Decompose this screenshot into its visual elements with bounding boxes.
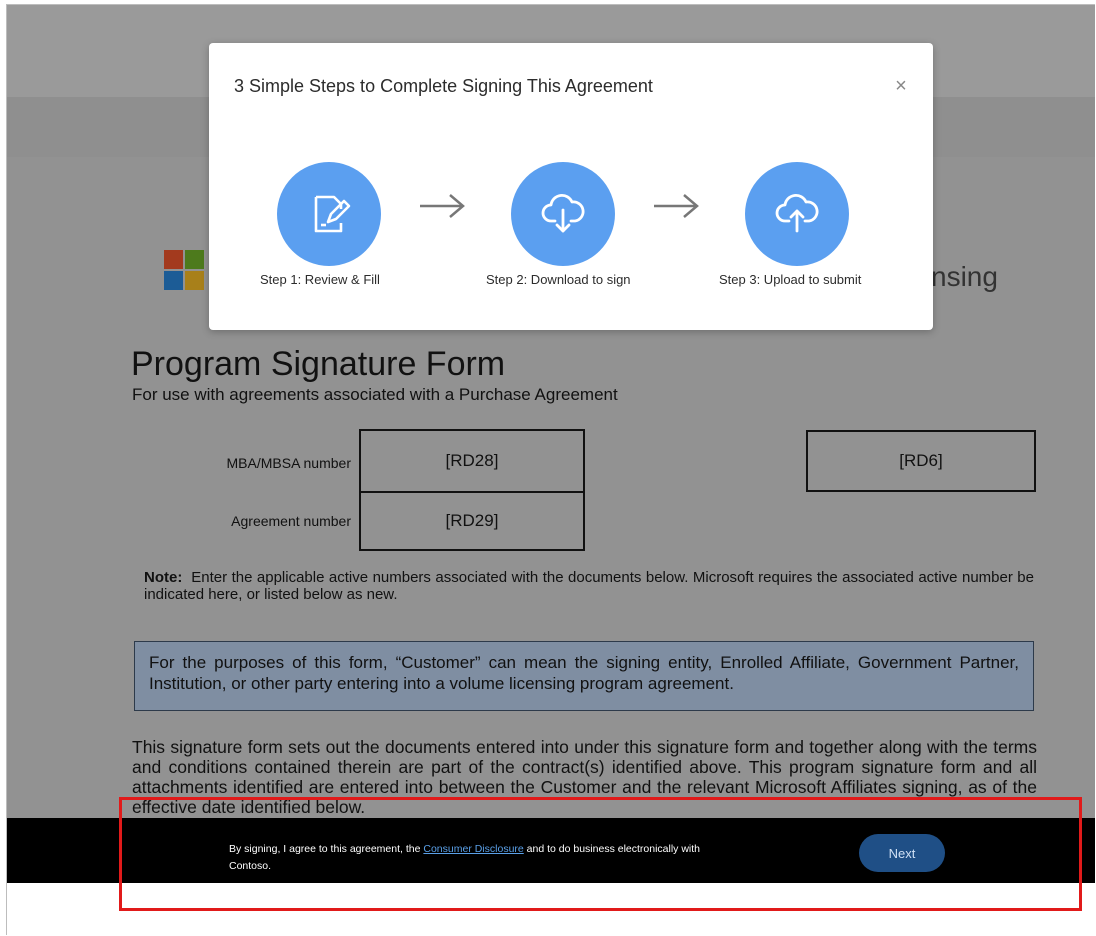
step-2-download [511,162,615,266]
step-3-upload [745,162,849,266]
signature-form-paragraph: This signature form sets out the documen… [132,737,1037,817]
mba-number-label: MBA/MBSA number [226,455,352,471]
consent-text-start: By signing, I agree to this agreement, t… [229,843,424,855]
consent-text: By signing, I agree to this agreement, t… [229,841,709,875]
customer-number-field[interactable]: [RD6] [806,430,1036,492]
signing-steps-dialog: 3 Simple Steps to Complete Signing This … [209,43,933,330]
step-2-label: Step 2: Download to sign [486,272,631,287]
edit-document-icon [314,195,351,233]
agreement-number-field[interactable]: [RD29] [359,491,585,551]
step-1-review-fill [277,162,381,266]
note-text: Note: Enter the applicable active number… [144,569,1034,603]
step-1-label: Step 1: Review & Fill [260,272,380,287]
mba-number-field[interactable]: [RD28] [359,429,585,493]
document-header-text: nsing [931,261,998,292]
note-label: Note: [144,569,183,586]
agreement-number-label: Agreement number [231,513,351,529]
form-title: Program Signature Form [131,345,506,383]
arrow-right-icon [654,194,699,218]
customer-definition-box: For the purposes of this form, “Customer… [134,641,1034,711]
arrow-right-icon [420,194,465,218]
form-subtitle: For use with agreements associated with … [132,385,618,404]
dialog-title: 3 Simple Steps to Complete Signing This … [234,76,653,96]
microsoft-logo [164,250,204,290]
note-body: Enter the applicable active numbers asso… [144,569,1034,603]
cloud-download-icon [541,193,585,233]
close-icon[interactable]: × [891,76,911,96]
step-3-label: Step 3: Upload to submit [719,272,862,287]
cloud-upload-icon [775,193,819,233]
app-frame: nsing Program Signature Form For use wit… [6,4,1095,935]
next-button[interactable]: Next [859,834,945,872]
consumer-disclosure-link[interactable]: Consumer Disclosure [423,843,523,855]
